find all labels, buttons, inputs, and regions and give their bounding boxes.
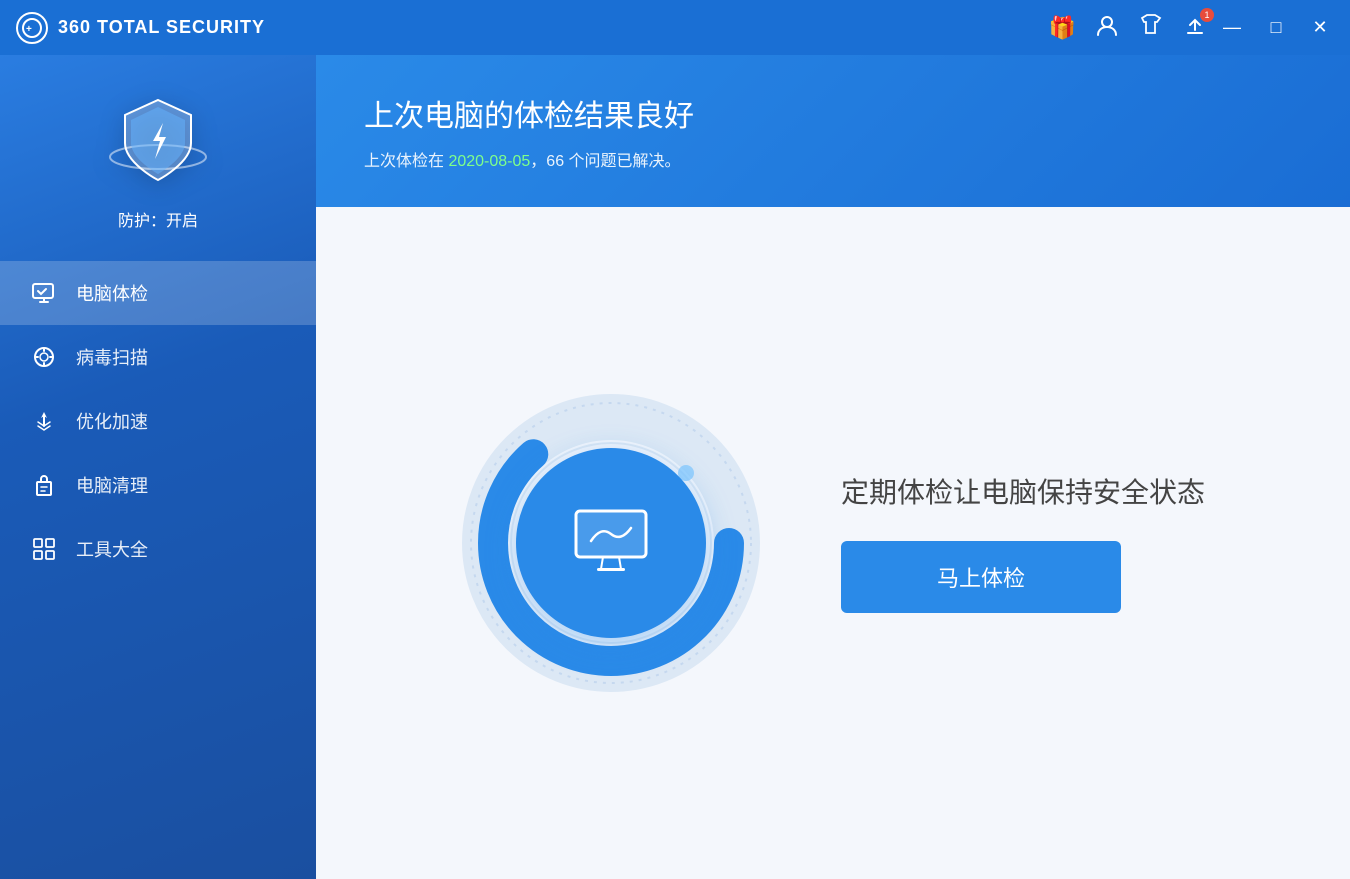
app-title: 360 TOTAL SECURITY (58, 17, 265, 38)
nav-icon-tools (30, 535, 58, 563)
nav-icon-pc-check (30, 279, 58, 307)
user-icon[interactable] (1094, 12, 1120, 44)
content-body: 定期体检让电脑保持安全状态 马上体检 (316, 207, 1350, 879)
nav-item-clean[interactable]: 电脑清理 (0, 453, 316, 517)
subtitle-suffix: ，66 个问题已解决。 (530, 153, 680, 170)
nav-label-pc-check: 电脑体检 (76, 280, 148, 306)
right-panel: 定期体检让电脑保持安全状态 马上体检 (841, 473, 1205, 612)
shield-icon (103, 85, 213, 195)
logo-circle: + (16, 12, 48, 44)
nav-icon-clean (30, 471, 58, 499)
svg-text:+: + (26, 24, 33, 35)
header-subtitle: 上次体检在 2020-08-05，66 个问题已解决。 (364, 147, 1302, 171)
title-bar-actions: 🎁 1 (1049, 12, 1208, 44)
sidebar: 防护：开启 电脑体检 (0, 55, 316, 879)
nav-label-optimize: 优化加速 (76, 408, 148, 434)
protection-status: 防护：开启 (118, 207, 198, 231)
shirt-icon[interactable] (1138, 12, 1164, 44)
nav-label-clean: 电脑清理 (76, 472, 148, 498)
shield-icon-wrap (103, 85, 213, 195)
nav-label-virus-scan: 病毒扫描 (76, 344, 148, 370)
promo-text: 定期体检让电脑保持安全状态 (841, 473, 1205, 512)
nav-label-tools: 工具大全 (76, 536, 148, 562)
scan-button[interactable]: 马上体检 (841, 541, 1121, 613)
close-button[interactable]: ✕ (1306, 14, 1334, 42)
upload-icon[interactable]: 1 (1182, 12, 1208, 44)
sidebar-nav: 电脑体检 病毒扫描 (0, 261, 316, 581)
sidebar-logo-area: 防护：开启 (0, 55, 316, 251)
nav-item-optimize[interactable]: 优化加速 (0, 389, 316, 453)
donut-center (516, 448, 706, 638)
donut-chart (461, 393, 761, 693)
nav-item-virus-scan[interactable]: 病毒扫描 (0, 325, 316, 389)
content-area: 上次电脑的体检结果良好 上次体检在 2020-08-05，66 个问题已解决。 (316, 55, 1350, 879)
title-bar: + 360 TOTAL SECURITY 🎁 1 — □ (0, 0, 1350, 55)
content-header: 上次电脑的体检结果良好 上次体检在 2020-08-05，66 个问题已解决。 (316, 55, 1350, 207)
nav-item-tools[interactable]: 工具大全 (0, 517, 316, 581)
nav-icon-virus-scan (30, 343, 58, 371)
subtitle-prefix: 上次体检在 (364, 153, 448, 170)
header-title: 上次电脑的体检结果良好 (364, 91, 1302, 135)
maximize-button[interactable]: □ (1262, 14, 1290, 42)
minimize-button[interactable]: — (1218, 14, 1246, 42)
main-layout: 防护：开启 电脑体检 (0, 55, 1350, 879)
monitor-icon (571, 506, 651, 581)
header-date: 2020-08-05 (448, 153, 530, 170)
notification-badge: 1 (1200, 8, 1214, 22)
gift-icon[interactable]: 🎁 (1049, 15, 1076, 41)
nav-item-pc-check[interactable]: 电脑体检 (0, 261, 316, 325)
nav-icon-optimize (30, 407, 58, 435)
window-controls: — □ ✕ (1218, 14, 1334, 42)
app-logo: + 360 TOTAL SECURITY (16, 12, 265, 44)
